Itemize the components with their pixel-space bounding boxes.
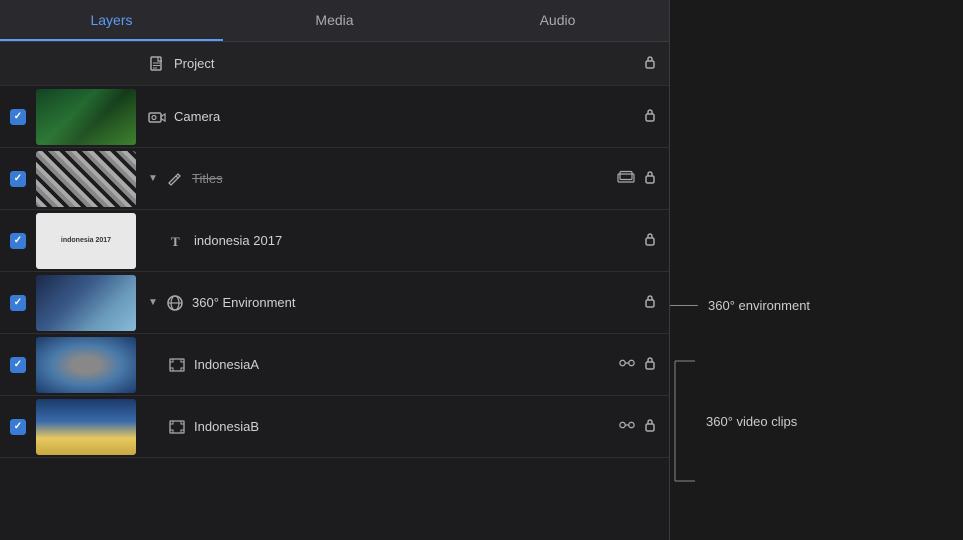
lock-icon-indonesia2017[interactable] [643,231,657,250]
layer-row-camera[interactable]: Camera [0,86,669,148]
layer-row-indonesia2017[interactable]: indonesia 2017 T indonesia 2017 [0,210,669,272]
pencil-icon [164,168,186,190]
annotation-text-clips: 360° video clips [706,414,797,429]
lock-icon-project[interactable] [643,54,657,73]
chain-icon-indonesiab[interactable] [619,418,635,436]
checkbox-area-indonesiab[interactable] [0,419,36,435]
right-icons-indonesia2017 [643,231,657,250]
svg-text:T: T [171,234,180,249]
right-icons-project [643,54,657,73]
lock-icon-camera[interactable] [643,107,657,126]
bracket-svg [670,356,700,486]
layer-row-360env[interactable]: ▼ 360° Environment [0,272,669,334]
right-icons-indonesiaa [619,355,657,374]
thumbnail-indonesiaa [36,337,136,393]
annotation-line-env [670,305,698,306]
checkbox-area-indonesiaa[interactable] [0,357,36,373]
thumbnail-indonesiab [36,399,136,455]
tab-audio[interactable]: Audio [446,0,669,41]
checkbox-camera[interactable] [10,109,26,125]
layer-row-indonesiaa[interactable]: IndonesiaA [0,334,669,396]
tab-bar: Layers Media Audio [0,0,669,42]
layer-name-indonesiab: IndonesiaB [194,419,619,434]
checkbox-indonesia2017[interactable] [10,233,26,249]
checkbox-360env[interactable] [10,295,26,311]
annotation-text-env: 360° environment [708,298,810,313]
lock-icon-titles[interactable] [643,169,657,188]
layer-name-360env: 360° Environment [192,295,643,310]
right-icons-indonesiab [619,417,657,436]
film-icon-b [166,416,188,438]
checkbox-indonesiab[interactable] [10,419,26,435]
text-icon: T [166,230,188,252]
360-icon [164,292,186,314]
camera-icon [146,106,168,128]
right-icons-camera [643,107,657,126]
layer-name-indonesia2017: indonesia 2017 [194,233,643,248]
thumbnail-titles [36,151,136,207]
expand-arrow-titles[interactable]: ▼ [146,172,160,186]
document-icon [146,53,168,75]
lock-icon-360env[interactable] [643,293,657,312]
layers-list: Project [0,42,669,540]
checkbox-area-360env[interactable] [0,295,36,311]
layer-name-project: Project [174,56,643,71]
tab-layers[interactable]: Layers [0,0,223,41]
layer-row-indonesiab[interactable]: IndonesiaB [0,396,669,458]
layers-panel: Layers Media Audio Project [0,0,670,540]
annotation-360env: 360° environment [670,298,810,313]
lock-icon-indonesiaa[interactable] [643,355,657,374]
checkbox-area-camera[interactable] [0,109,36,125]
checkbox-area-titles[interactable] [0,171,36,187]
layer-row-project[interactable]: Project [0,42,669,86]
right-icons-360env [643,293,657,312]
stack-icon-titles [617,169,635,188]
lock-icon-indonesiab[interactable] [643,417,657,436]
layer-name-titles: Titles [192,171,617,186]
layer-name-indonesiaa: IndonesiaA [194,357,619,372]
layer-name-camera: Camera [174,109,643,124]
checkbox-area-indonesia2017[interactable] [0,233,36,249]
checkbox-titles[interactable] [10,171,26,187]
layer-row-titles[interactable]: ▼ Titles [0,148,669,210]
thumbnail-360env [36,275,136,331]
chain-icon-indonesiaa[interactable] [619,356,635,374]
right-icons-titles [617,169,657,188]
thumbnail-indonesia2017: indonesia 2017 [36,213,136,269]
thumbnail-camera [36,89,136,145]
annotation-area: 360° environment 360° video clips [670,0,963,540]
expand-arrow-360env[interactable]: ▼ [146,296,160,310]
checkbox-indonesiaa[interactable] [10,357,26,373]
tab-media[interactable]: Media [223,0,446,41]
film-icon-a [166,354,188,376]
annotation-bracket-clips: 360° video clips [670,356,797,486]
